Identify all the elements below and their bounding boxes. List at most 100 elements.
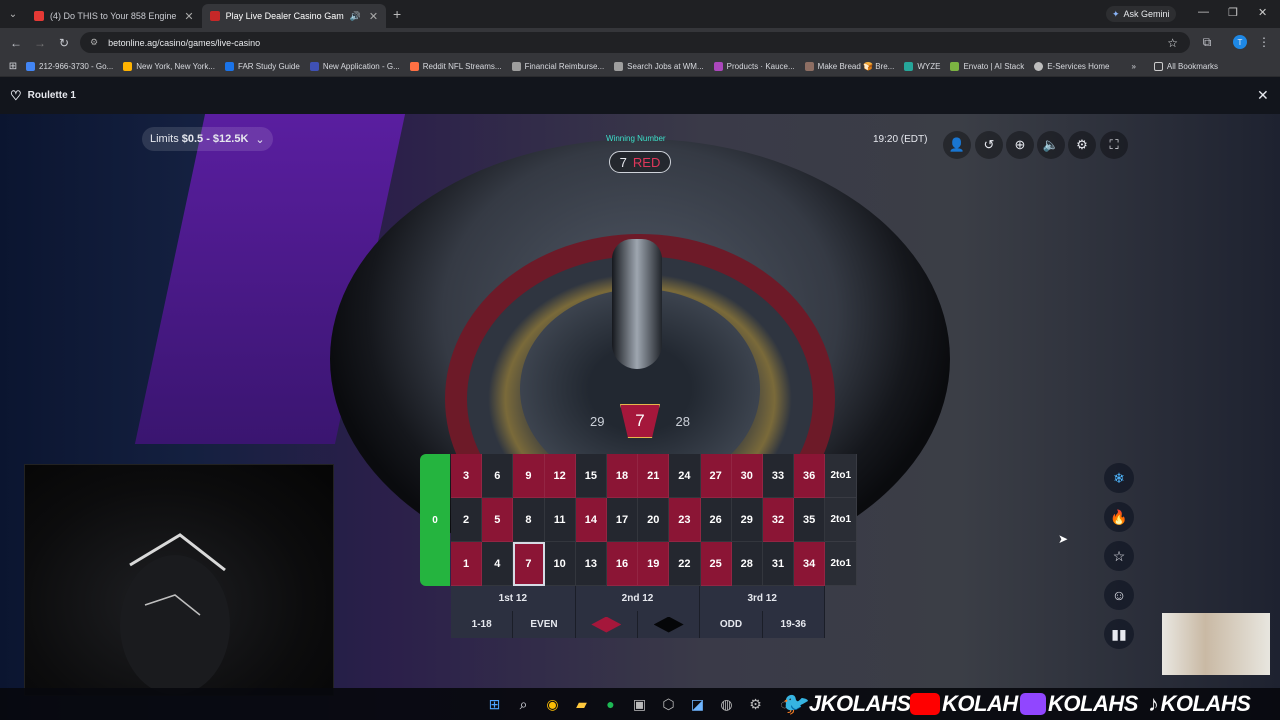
bet-3rd-12[interactable]: 3rd 12 [700,586,826,611]
tab-casino[interactable]: Play Live Dealer Casino Gam 🔊 ✕ [201,4,387,28]
bet-cell-12[interactable]: 12 [544,454,576,498]
snowflake-icon[interactable]: ❄ [1104,463,1134,493]
back-icon[interactable]: ← [4,36,28,50]
bet-cell-15[interactable]: 15 [575,454,607,498]
bookmark-item[interactable]: Products · Kauce... [713,62,795,71]
minimize-icon[interactable]: — [1198,6,1209,18]
star-icon[interactable]: ☆ [1167,36,1178,50]
bet-cell-29[interactable]: 29 [731,498,763,542]
bet-2nd-12[interactable]: 2nd 12 [576,586,701,611]
bet-cell-13[interactable]: 13 [575,542,607,586]
bookmark-item[interactable]: Reddit NFL Streams... [409,62,502,71]
bet-cell-10[interactable]: 10 [544,542,576,586]
apps-grid-icon[interactable]: ⊞ [0,61,26,72]
bet-cell-25[interactable]: 25 [700,542,732,586]
tab-search-icon[interactable]: ⌄ [0,9,26,20]
file-explorer-icon[interactable]: ▰ [567,696,596,713]
app-icon[interactable]: ⬡ [654,696,683,713]
close-icon[interactable]: ✕ [369,10,378,23]
search-icon[interactable]: ⌕ [509,696,538,713]
forward-icon[interactable]: → [28,36,52,50]
bookmark-item[interactable]: FAR Study Guide [225,62,300,71]
bookmark-item[interactable]: 212-966-3730 - Go... [26,62,113,71]
bet-cell-6[interactable]: 6 [482,454,514,498]
help-lifebuoy-icon[interactable]: ⊕ [1006,131,1034,159]
bookmark-item[interactable]: Envato | AI Stack [950,62,1024,71]
emoji-icon[interactable]: ☺ [1104,580,1134,610]
close-game-icon[interactable]: ✕ [1257,87,1269,104]
bet-column-2to1[interactable]: 2to1 [825,542,858,586]
chrome-icon[interactable]: ◉ [538,696,567,713]
bet-cell-33[interactable]: 33 [762,454,795,498]
bet-cell-24[interactable]: 24 [669,454,701,498]
close-icon[interactable]: ✕ [184,10,193,23]
ask-gemini-button[interactable]: ✦ Ask Gemini [1106,6,1176,22]
bet-cell-27[interactable]: 27 [700,454,732,498]
bet-cell-21[interactable]: 21 [638,454,670,498]
bet-cell-28[interactable]: 28 [731,542,763,586]
star-favorite-icon[interactable]: ☆ [1104,541,1134,571]
bet-even[interactable]: EVEN [513,611,576,638]
bet-cell-5[interactable]: 5 [482,498,514,542]
bet-cell-3[interactable]: 3 [451,454,483,498]
bet-cell-4[interactable]: 4 [482,542,514,586]
bet-cell-7[interactable]: 7 [513,542,545,586]
bookmark-item[interactable]: Make Bread 🍞 Bre... [804,62,894,71]
bet-cell-0[interactable]: 0 [420,454,450,586]
bookmark-item[interactable]: Financial Reimburse... [511,62,604,71]
bet-1-18[interactable]: 1-18 [451,611,514,638]
store-icon[interactable]: ▣ [625,696,654,713]
new-tab-button[interactable]: + [386,3,408,25]
extensions-icon[interactable]: ⧉ [1195,35,1219,50]
bet-column-2to1[interactable]: 2to1 [825,498,858,542]
bet-cell-36[interactable]: 36 [794,454,826,498]
menu-icon[interactable]: ⋮ [1252,35,1276,49]
bet-cell-8[interactable]: 8 [513,498,545,542]
bet-cell-11[interactable]: 11 [544,498,576,542]
bet-cell-35[interactable]: 35 [794,498,826,542]
bet-cell-22[interactable]: 22 [669,542,701,586]
speaker-icon[interactable]: 🔊 [350,11,361,22]
statistics-icon[interactable]: ▮▮ [1104,619,1134,649]
bookmark-item[interactable]: New York, New York... [123,62,215,71]
bet-cell-34[interactable]: 34 [794,542,826,586]
camera-app-icon[interactable]: ◍ [712,696,741,713]
bet-cell-16[interactable]: 16 [606,542,639,586]
bet-cell-23[interactable]: 23 [669,498,701,542]
bookmark-item[interactable]: Search Jobs at WM... [614,62,704,71]
tab-youtube[interactable]: (4) Do THIS to Your 858 Engine ✕ [26,4,202,28]
close-window-icon[interactable]: ✕ [1258,6,1267,19]
bet-odd[interactable]: ODD [700,611,763,638]
bet-cell-17[interactable]: 17 [606,498,639,542]
bet-cell-2[interactable]: 2 [451,498,483,542]
bet-cell-26[interactable]: 26 [700,498,732,542]
bet-cell-32[interactable]: 32 [762,498,795,542]
settings-app-icon[interactable]: ⚙ [741,696,770,713]
bet-cell-14[interactable]: 14 [575,498,607,542]
all-bookmarks-folder[interactable]: All Bookmarks [1153,62,1218,71]
volume-icon[interactable]: 🔈 [1037,131,1065,159]
more-bookmarks-icon[interactable]: » [1131,62,1135,71]
bookmark-item[interactable]: E-Services Home [1034,62,1109,71]
profile-avatar[interactable]: T [1233,35,1247,49]
flame-icon[interactable]: 🔥 [1104,502,1134,532]
bet-column-2to1[interactable]: 2to1 [825,454,858,498]
site-info-icon[interactable]: ⚙ [90,37,98,48]
spotify-icon[interactable]: ● [596,696,625,712]
limits-dropdown[interactable]: Limits $0.5 - $12.5K ⌄ [142,127,273,151]
reload-icon[interactable]: ↻ [52,36,76,50]
bet-black[interactable] [638,611,701,638]
heart-icon[interactable]: ♡ [10,88,22,104]
bet-cell-20[interactable]: 20 [638,498,670,542]
settings-gear-icon[interactable]: ⚙ [1068,131,1096,159]
maximize-icon[interactable]: ❐ [1228,6,1238,19]
bookmark-item[interactable]: New Application - G... [309,62,400,71]
bet-19-36[interactable]: 19-36 [763,611,825,638]
bet-cell-18[interactable]: 18 [606,454,639,498]
bet-red[interactable] [576,611,638,638]
player-icon[interactable]: 👤 [943,131,971,159]
start-icon[interactable]: ⊞ [480,696,509,713]
bookmark-item[interactable]: WYZE [904,62,940,71]
history-icon[interactable]: ↺ [975,131,1003,159]
bet-cell-31[interactable]: 31 [762,542,795,586]
